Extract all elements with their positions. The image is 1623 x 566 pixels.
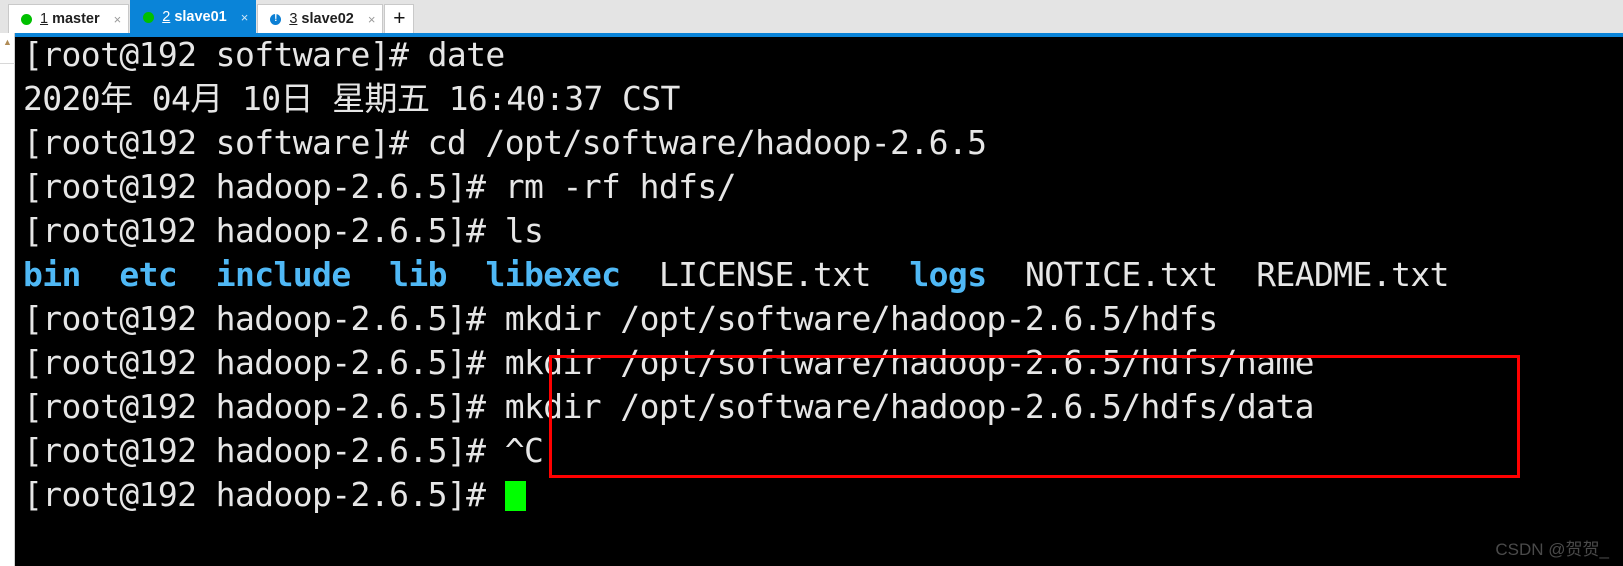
terminal-text: [root@192 software]# cd /opt/software/ha… bbox=[23, 123, 987, 162]
scrollbar-divider bbox=[0, 63, 15, 64]
tab-slave01[interactable]: 2 slave01 × bbox=[130, 0, 257, 33]
tab-close-icon[interactable]: × bbox=[114, 13, 122, 26]
directory-name: etc bbox=[119, 255, 178, 294]
terminal-line: [root@192 hadoop-2.6.5]# ls bbox=[23, 209, 544, 253]
terminal-line: [root@192 hadoop-2.6.5]# rm -rf hdfs/ bbox=[23, 165, 737, 209]
terminal-text: [root@192 hadoop-2.6.5]# bbox=[23, 475, 505, 514]
tab-bar-filler bbox=[414, 0, 1623, 33]
terminal-line: [root@192 hadoop-2.6.5]# mkdir /opt/soft… bbox=[23, 297, 1218, 341]
left-scrollbar-rail[interactable]: ▲ bbox=[0, 33, 15, 566]
terminal-line: 2020年 04月 10日 星期五 16:40:37 CST bbox=[23, 77, 680, 121]
watermark-label: CSDN @贺贺_ bbox=[1495, 540, 1609, 559]
terminal-text: [root@192 hadoop-2.6.5]# ls bbox=[23, 211, 544, 250]
terminal-text: LICENSE.txt bbox=[620, 255, 910, 294]
directory-name: lib bbox=[389, 255, 447, 294]
tab-title-label: slave01 bbox=[174, 9, 227, 25]
tab-title-label: slave02 bbox=[301, 11, 354, 27]
terminal-line: [root@192 software]# cd /opt/software/ha… bbox=[23, 121, 987, 165]
tab-index-label: 2 bbox=[162, 9, 171, 25]
terminal-text: [root@192 hadoop-2.6.5]# mkdir /opt/soft… bbox=[23, 299, 1218, 338]
terminal-line: [root@192 hadoop-2.6.5]# mkdir /opt/soft… bbox=[23, 385, 1315, 429]
terminal-text: NOTICE.txt README.txt bbox=[986, 255, 1450, 294]
tab-index-label: 1 bbox=[40, 11, 49, 27]
new-tab-button[interactable]: + bbox=[384, 4, 415, 33]
terminal-text: [root@192 software]# date bbox=[23, 37, 505, 74]
directory-name: logs bbox=[909, 255, 987, 294]
terminal-line: [root@192 hadoop-2.6.5]# ^C bbox=[23, 429, 544, 473]
terminal-text: [root@192 hadoop-2.6.5]# ^C bbox=[23, 431, 544, 470]
green-dot-icon bbox=[21, 13, 32, 25]
green-dot-icon bbox=[143, 11, 155, 23]
terminal-output-area[interactable]: [root@192 software]# date 2020年 04月 10日 星… bbox=[16, 37, 1623, 566]
terminal-text: [root@192 hadoop-2.6.5]# mkdir /opt/soft… bbox=[23, 387, 1315, 426]
terminal-text: [root@192 hadoop-2.6.5]# mkdir /opt/soft… bbox=[23, 343, 1315, 382]
terminal-text: 2020年 04月 10日 星期五 16:40:37 CST bbox=[23, 79, 680, 118]
terminal-text: [root@192 hadoop-2.6.5]# rm -rf hdfs/ bbox=[23, 167, 737, 206]
tab-bar-left-edge bbox=[0, 0, 8, 33]
tab-bar: 1master × 2slave01 × 3slave02 × + bbox=[0, 0, 1623, 33]
blue-alert-icon bbox=[270, 12, 282, 25]
directory-name: libexec bbox=[485, 255, 621, 294]
terminal-line: [root@192 hadoop-2.6.5]# bbox=[23, 473, 526, 517]
terminal-line: [root@192 hadoop-2.6.5]# mkdir /opt/soft… bbox=[23, 341, 1315, 385]
tab-close-icon[interactable]: × bbox=[241, 11, 249, 24]
tab-master[interactable]: 1 master × bbox=[8, 4, 130, 33]
tab-slave02[interactable]: 3slave02 × bbox=[257, 4, 384, 33]
terminal-cursor bbox=[504, 481, 526, 511]
terminal-app-window: 1master × 2slave01 × 3slave02 × + ▲ [root@192… bbox=[0, 0, 1623, 566]
tab-index-label: 3 bbox=[289, 11, 298, 27]
terminal-line: [root@192 software]# date bbox=[23, 37, 505, 77]
directory-name: include bbox=[215, 255, 351, 294]
scroll-up-arrow-icon[interactable]: ▲ bbox=[1, 35, 14, 50]
terminal-line: bin etc include lib libexec LICENSE.txt … bbox=[23, 253, 1450, 297]
directory-name: bin bbox=[23, 255, 81, 294]
tab-close-icon[interactable]: × bbox=[368, 13, 376, 26]
tab-title-label: master bbox=[52, 11, 100, 27]
